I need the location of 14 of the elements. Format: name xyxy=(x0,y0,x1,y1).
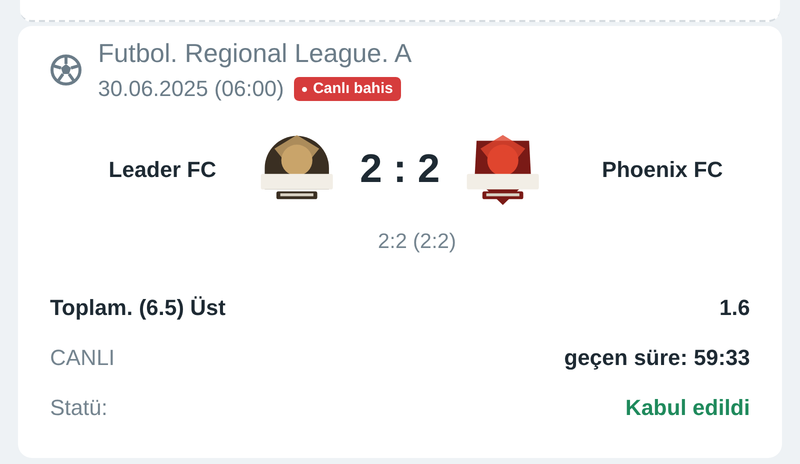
bet-label: Statü: xyxy=(50,394,108,422)
match-score: 2 : 2 xyxy=(358,146,441,193)
score-detail: 2:2 (2:2) xyxy=(378,229,456,255)
bet-label: Toplam. (6.5) Üst xyxy=(50,294,226,322)
match-date: 30.06.2025 (06:00) xyxy=(98,75,284,103)
bet-label: CANLI xyxy=(50,344,115,372)
league-title: Futbol. Regional League. A xyxy=(98,37,412,70)
away-team-name: Phoenix FC xyxy=(600,156,724,184)
home-team-name: Leader FC xyxy=(108,156,218,184)
bet-value: geçen süre: 59:33 xyxy=(564,344,750,372)
soccer-ball-icon xyxy=(50,54,82,86)
live-badge: Canlı bahis xyxy=(294,76,401,102)
bet-value: Kabul edildi xyxy=(625,394,750,422)
bet-value: 1.6 xyxy=(719,294,750,322)
